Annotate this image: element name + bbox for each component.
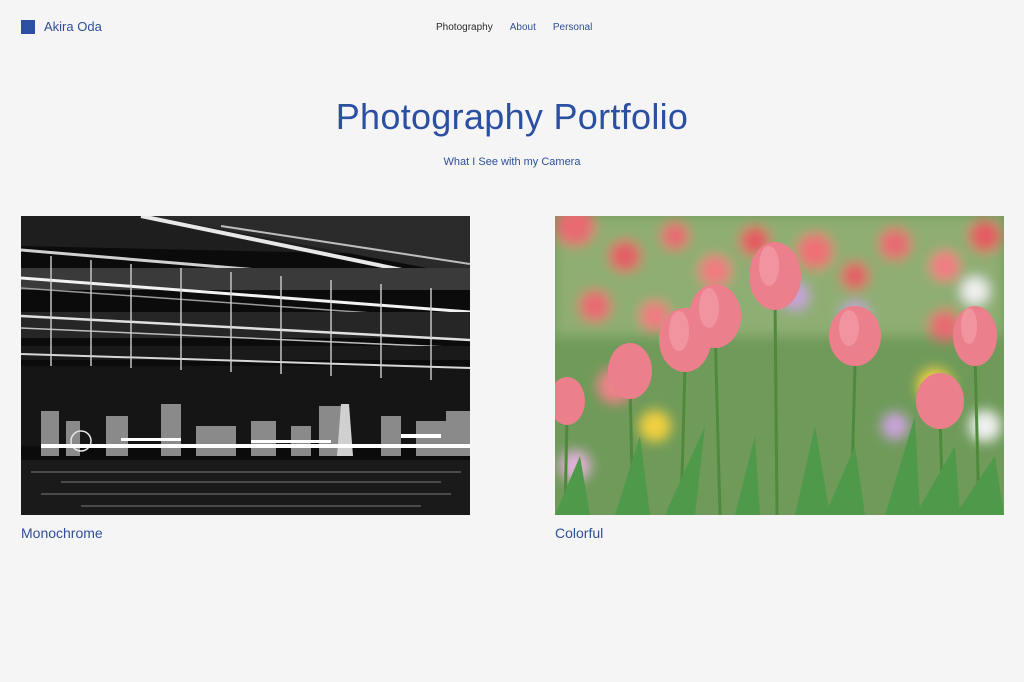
gallery-label-colorful[interactable]: Colorful (555, 525, 1004, 541)
page: Akira Oda Photography About Personal Pho… (0, 0, 1024, 682)
site-logo-link[interactable]: Akira Oda (21, 19, 102, 34)
main-nav: Photography About Personal (436, 22, 592, 33)
colorful-photo[interactable] (555, 216, 1004, 515)
page-title: Photography Portfolio (335, 96, 689, 137)
gallery-label-monochrome[interactable]: Monochrome (21, 525, 470, 541)
monochrome-photo[interactable] (21, 216, 470, 515)
nav-item-personal[interactable]: Personal (553, 22, 592, 33)
site-name: Akira Oda (44, 19, 102, 34)
nav-item-about[interactable]: About (510, 22, 536, 33)
page-subtitle: What I See with my Camera (443, 156, 581, 168)
logo-square-icon (21, 19, 35, 34)
gallery-card-monochrome[interactable]: Monochrome (21, 216, 470, 541)
nav-item-photography[interactable]: Photography (436, 22, 493, 33)
gallery-card-colorful[interactable]: Colorful (555, 216, 1004, 541)
